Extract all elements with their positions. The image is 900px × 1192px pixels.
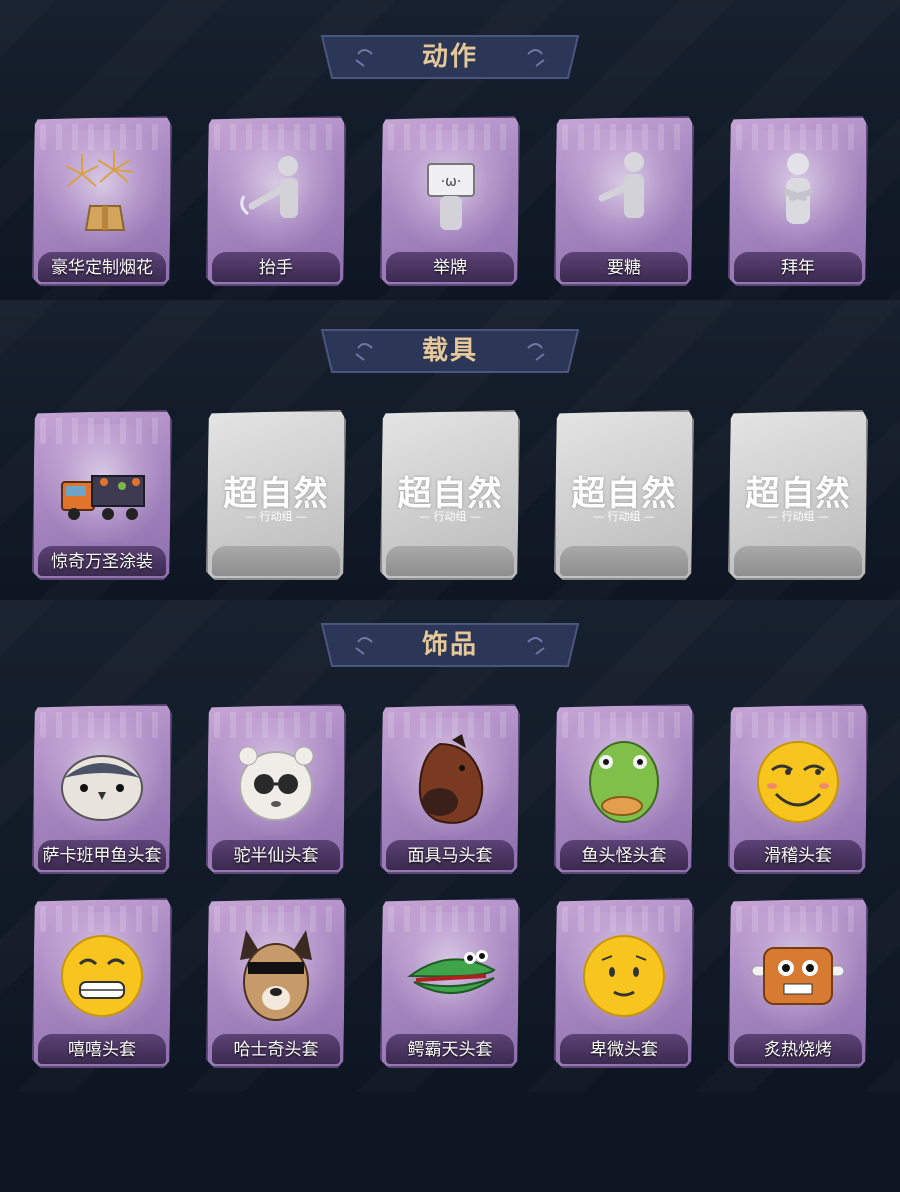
section-header-vehicles: 载具 bbox=[318, 328, 582, 374]
item-label: 面具马头套 bbox=[407, 846, 493, 866]
placeholder-subtitle: — 行动组 — bbox=[593, 510, 655, 523]
funny-face-mask-icon bbox=[757, 741, 839, 823]
item-label: 炙热烧烤 bbox=[764, 1040, 832, 1060]
section-header-actions: 动作 bbox=[318, 34, 582, 80]
item-label: 要糖 bbox=[607, 258, 641, 278]
svg-text:·ω·: ·ω· bbox=[441, 174, 462, 190]
placeholder-subtitle: — 行动组 — bbox=[419, 510, 481, 523]
hold-sign-pose-icon: ·ω· bbox=[427, 163, 475, 230]
item-card-new-year[interactable]: 拜年 bbox=[728, 116, 868, 286]
placeholder-subtitle: — 行动组 — bbox=[245, 510, 307, 523]
item-card-humble-mask[interactable]: 卑微头套 bbox=[554, 898, 694, 1068]
section-title: 动作 bbox=[421, 42, 478, 72]
ask-candy-pose-icon bbox=[598, 152, 644, 218]
item-card-funny-face-mask[interactable]: 滑稽头套 bbox=[728, 704, 868, 874]
item-label: 萨卡班甲鱼头套 bbox=[42, 846, 162, 866]
item-label: 驼半仙头套 bbox=[233, 846, 319, 866]
item-label: 嘻嘻头套 bbox=[68, 1040, 136, 1060]
husky-sunglasses-mask-icon bbox=[240, 930, 312, 1021]
item-card-hold-sign[interactable]: ·ω· 举牌 bbox=[380, 116, 520, 286]
raise-hand-pose-icon bbox=[240, 156, 298, 218]
item-card-roast-mask[interactable]: 炙热烧烤 bbox=[728, 898, 868, 1068]
locked-card: 超自然 — 行动组 — bbox=[728, 410, 868, 580]
section-header-accessories: 饰品 bbox=[318, 622, 582, 668]
item-label: 豪华定制烟花 bbox=[51, 258, 153, 278]
item-label: 抬手 bbox=[259, 258, 293, 278]
item-card-ask-candy[interactable]: 要糖 bbox=[554, 116, 694, 286]
crocodile-mask-icon bbox=[407, 950, 496, 994]
locked-card: 超自然 — 行动组 — bbox=[206, 410, 346, 580]
placeholder-subtitle: — 行动组 — bbox=[767, 510, 829, 523]
item-card-fish-mask[interactable]: 萨卡班甲鱼头套 bbox=[32, 704, 172, 874]
item-card-grin-mask[interactable]: 嘻嘻头套 bbox=[32, 898, 172, 1068]
item-label: 哈士奇头套 bbox=[233, 1040, 319, 1060]
locked-card: 超自然 — 行动组 — bbox=[554, 410, 694, 580]
item-label: 惊奇万圣涂装 bbox=[51, 552, 153, 572]
new-year-greeting-pose-icon bbox=[783, 153, 813, 224]
roast-meat-mask-icon bbox=[751, 947, 845, 1005]
fish-head-mask-icon bbox=[61, 755, 143, 821]
item-label: 拜年 bbox=[781, 258, 815, 278]
alpaca-sunglasses-mask-icon bbox=[238, 746, 314, 821]
item-card-crocodile-mask[interactable]: 鳄霸天头套 bbox=[380, 898, 520, 1068]
item-label: 卑微头套 bbox=[590, 1040, 658, 1060]
horse-mask-icon bbox=[418, 734, 484, 824]
item-label: 举牌 bbox=[433, 258, 467, 278]
item-label: 滑稽头套 bbox=[764, 846, 832, 866]
item-card-green-fish-mask[interactable]: 鱼头怪头套 bbox=[554, 704, 694, 874]
item-card-husky-mask[interactable]: 哈士奇头套 bbox=[206, 898, 346, 1068]
item-label: 鳄霸天头套 bbox=[407, 1040, 493, 1060]
item-card-horse-mask[interactable]: 面具马头套 bbox=[380, 704, 520, 874]
humble-emoji-mask-icon bbox=[583, 935, 665, 1017]
item-card-fireworks[interactable]: 豪华定制烟花 bbox=[32, 116, 172, 286]
item-card-alpaca-mask[interactable]: 驼半仙头套 bbox=[206, 704, 346, 874]
item-card-halloween-truck[interactable]: 惊奇万圣涂装 bbox=[32, 410, 172, 580]
halloween-truck-icon bbox=[61, 475, 145, 520]
grin-emoji-mask-icon bbox=[61, 935, 143, 1017]
item-card-raise-hand[interactable]: 抬手 bbox=[206, 116, 346, 286]
locked-card: 超自然 — 行动组 — bbox=[380, 410, 520, 580]
green-fish-mask-icon bbox=[589, 741, 659, 823]
section-title: 载具 bbox=[421, 336, 478, 366]
fireworks-box-icon bbox=[65, 150, 135, 231]
section-title: 饰品 bbox=[421, 630, 478, 660]
item-label: 鱼头怪头套 bbox=[581, 846, 667, 866]
